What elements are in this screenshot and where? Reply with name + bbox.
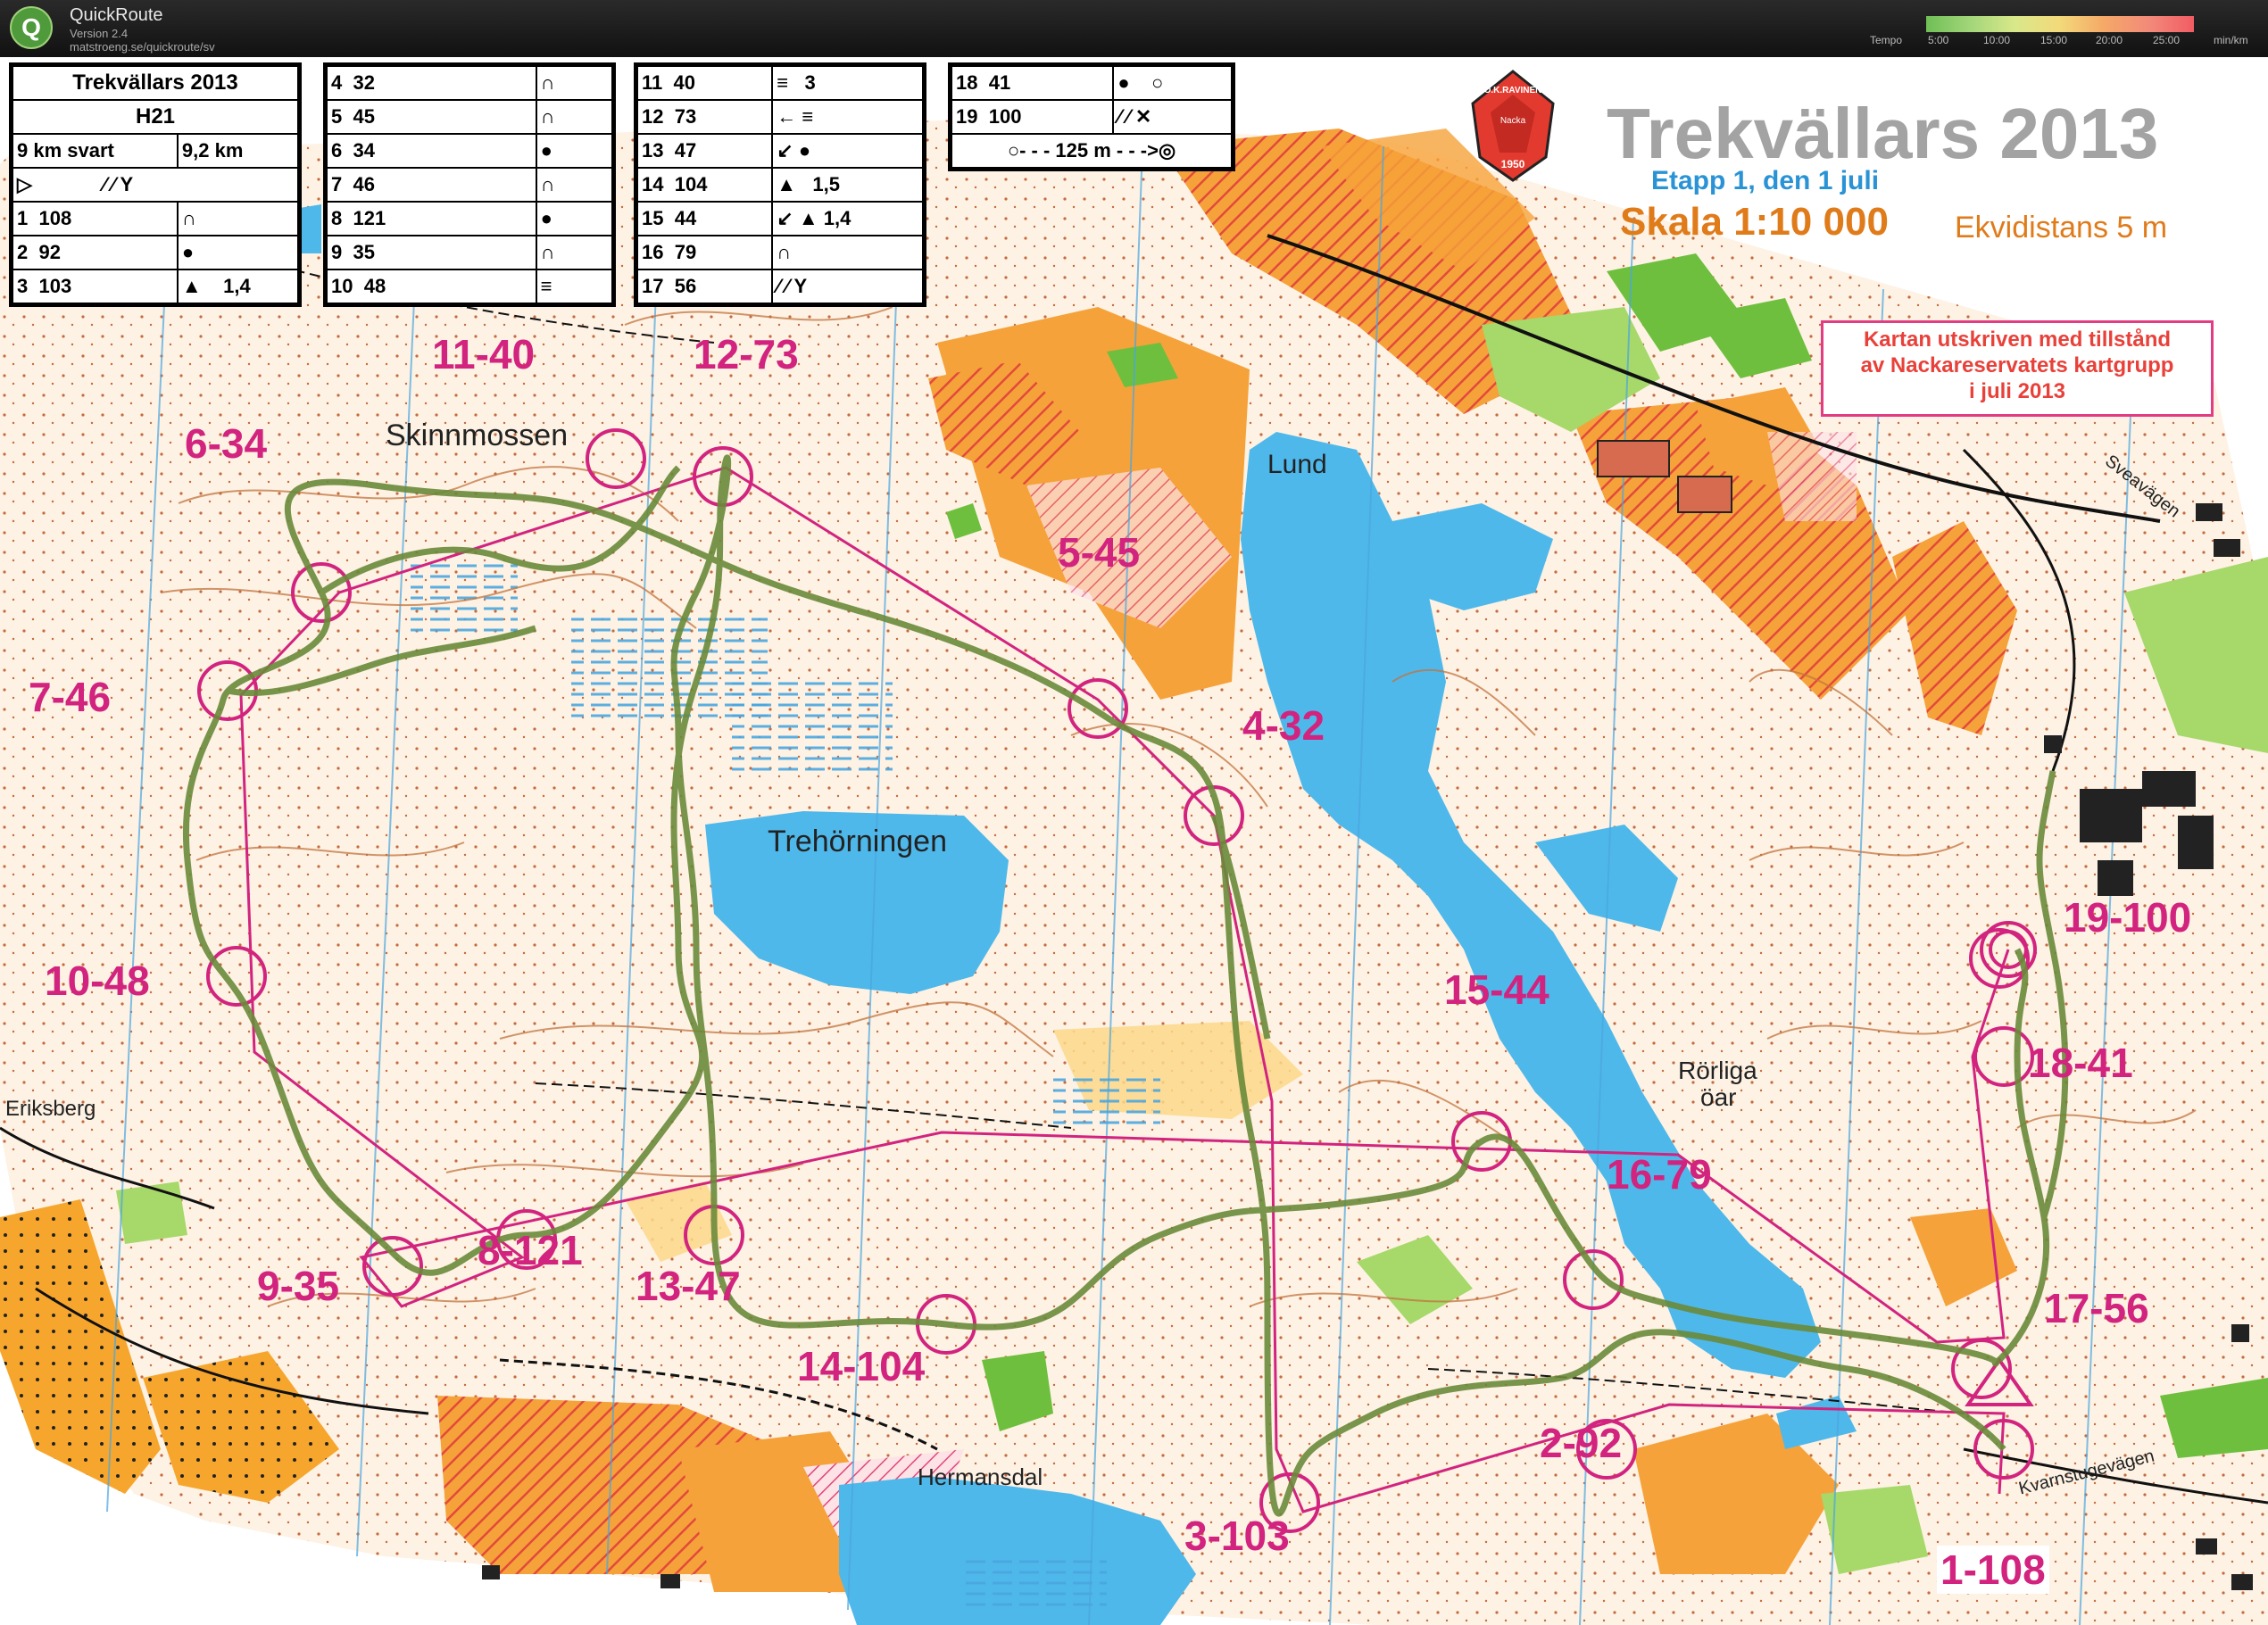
- control-label: 7-46: [29, 674, 112, 720]
- pace-legend-tick: 25:00: [2153, 34, 2181, 46]
- club-logo-text: O.K.RAVINEN: [1484, 86, 1542, 95]
- map-title: Trekvällars 2013: [1607, 94, 2159, 173]
- control-label: 6-34: [185, 420, 268, 467]
- place-eriksberg: Eriksberg: [5, 1097, 96, 1121]
- control-label: 15-44: [1444, 966, 1549, 1013]
- control-row: 6 34: [326, 133, 537, 169]
- control-row: 15 44: [636, 201, 774, 236]
- control-label: 12-73: [694, 331, 799, 377]
- control-label: 3-103: [1184, 1513, 1290, 1559]
- place-trehorningen: Trehörningen: [768, 825, 947, 858]
- app-titlebar: Q QuickRoute Version 2.4 matstroeng.se/q…: [0, 0, 2268, 57]
- control-row: 4 32: [326, 65, 537, 101]
- control-label: 5-45: [1058, 529, 1141, 576]
- orienteering-map[interactable]: O.K.RAVINEN Nacka 1950 Trekvällars 2013 …: [0, 57, 2268, 1625]
- control-row: 18 41: [950, 65, 1115, 101]
- map-scale: Skala 1:10 000: [1620, 200, 1889, 244]
- permission-line: av Nackareservatets kartgrupp: [1860, 353, 2174, 377]
- control-label: 17-56: [2044, 1285, 2149, 1331]
- control-label: 9-35: [257, 1263, 340, 1309]
- pace-legend-unit: min/km: [2214, 34, 2248, 46]
- control-symbols: ▲ 1,4: [176, 269, 300, 304]
- event-name: Trekvällars 2013: [12, 65, 299, 101]
- control-label: 1-108: [1937, 1546, 2049, 1594]
- control-label: 11-40: [432, 331, 536, 377]
- control-row: 9 35: [326, 235, 537, 270]
- place-lund: Lund: [1267, 450, 1327, 479]
- place-oar: öar: [1700, 1083, 1737, 1111]
- course-class: H21: [12, 99, 299, 135]
- course-name: 9 km svart: [12, 133, 179, 169]
- control-label: 13-47: [636, 1263, 741, 1309]
- app-title: QuickRoute: [70, 5, 163, 25]
- control-label: 16-79: [1607, 1151, 1712, 1198]
- permission-line: i juli 2013: [1968, 379, 2066, 403]
- control-label: 10-48: [45, 958, 150, 1004]
- control-row: 7 46: [326, 167, 537, 203]
- control-symbols: ●: [176, 235, 300, 270]
- pace-legend-label: Tempo: [1870, 34, 1903, 46]
- pace-legend-tick: 20:00: [2096, 34, 2123, 46]
- map-stage: Etapp 1, den 1 juli: [1651, 166, 1880, 195]
- permission-line: Kartan utskriven med tillstånd: [1863, 327, 2172, 352]
- course-length: 9,2 km: [176, 133, 300, 169]
- club-logo-icon: O.K.RAVINEN Nacka 1950: [1471, 70, 1555, 182]
- pace-legend-bar: [1926, 16, 2194, 32]
- control-row: 8 121: [326, 201, 537, 236]
- place-hermansdal: Hermansdal: [918, 1463, 1043, 1490]
- control-description-table-4: 18 41 ● ○ 19 100 ⁄ ⁄ ✕ ○- - - 125 m - - ->…: [948, 62, 1235, 171]
- control-row: 1 108: [12, 201, 179, 236]
- control-description-table-1: Trekvällars 2013 H21 9 km svart 9,2 km ▷ …: [9, 62, 302, 307]
- control-description-table-3: 11 40 ≡ 3 12 73 ← ≡ 13 47 ↙ ● 14 104 ▲ 1,5 1…: [634, 62, 926, 307]
- control-row: 19 100: [950, 99, 1115, 135]
- app-version: Version 2.4: [70, 27, 129, 40]
- club-logo-year: 1950: [1501, 158, 1525, 170]
- start-symbol-row: ▷ ⁄ ⁄ Y: [12, 167, 299, 203]
- finish-row: ○- - - 125 m - - ->◎: [951, 133, 1233, 169]
- quickroute-logo-icon: Q: [10, 6, 53, 49]
- control-row: 5 45: [326, 99, 537, 135]
- svg-text:Q: Q: [21, 13, 41, 41]
- control-label: 2-92: [1540, 1420, 1623, 1466]
- control-label: 14-104: [797, 1343, 926, 1389]
- control-row: 3 103: [12, 269, 179, 304]
- control-row: 17 56: [636, 269, 774, 304]
- club-logo-sub: Nacka: [1500, 116, 1526, 126]
- app-url: matstroeng.se/quickroute/sv: [70, 40, 215, 54]
- control-row: 13 47: [636, 133, 774, 169]
- control-row: 10 48: [326, 269, 537, 304]
- control-row: 12 73: [636, 99, 774, 135]
- control-label: 18-41: [2028, 1040, 2133, 1086]
- pace-legend-tick: 10:00: [1983, 34, 2011, 46]
- control-row: 14 104: [636, 167, 774, 203]
- pace-legend-tick: 5:00: [1928, 34, 1949, 46]
- control-symbols: ∩: [176, 201, 300, 236]
- permission-notice: Kartan utskriven med tillstånd av Nackar…: [1821, 320, 2214, 417]
- place-skinnmossen: Skinnmossen: [386, 419, 569, 452]
- control-description-table-2: 4 32 ∩ 5 45 ∩ 6 34 ● 7 46 ∩ 8 121 ● 9 35 ∩ 10 …: [323, 62, 616, 307]
- control-row: 11 40: [636, 65, 774, 101]
- control-row: 2 92: [12, 235, 179, 270]
- control-label: 19-100: [2064, 894, 2192, 941]
- control-label: 4-32: [1242, 702, 1325, 749]
- map-contour-interval: Ekvidistans 5 m: [1955, 211, 2168, 245]
- control-row: 16 79: [636, 235, 774, 270]
- place-rorliga: Rörliga: [1678, 1057, 1757, 1084]
- control-label: 8-121: [478, 1227, 583, 1273]
- pace-legend-tick: 15:00: [2040, 34, 2068, 46]
